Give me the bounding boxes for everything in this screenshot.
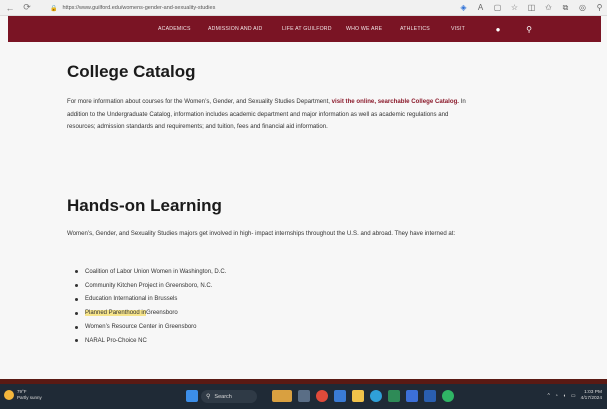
widgets-icon[interactable] [272,390,292,402]
clock-date: 4/17/2024 [580,396,602,401]
list-item: Planned Parenthood in Greensboro [75,306,226,320]
list-item-text: Education International in Brussels [85,296,178,303]
nav-admission-and-aid[interactable]: Admission and Aid [208,26,268,32]
mail-icon[interactable] [334,390,346,402]
nav-who-we-are[interactable]: Who We Are [346,26,386,32]
list-item-text: Women’s Resource Center in Greensboro [85,324,197,331]
nav-academics[interactable]: Academics [158,26,191,32]
internship-list: Coalition of Labor Union Women in Washin… [75,265,226,348]
back-icon[interactable]: ← [3,1,17,15]
search-label: Search [214,393,232,400]
address-bar[interactable]: 🔒 https://www.guilford.edu/womens-gender… [50,3,430,13]
copilot-icon[interactable]: ⚲ [594,2,605,13]
collections-icon[interactable]: ⧉ [560,2,571,13]
hands-on-learning-heading: Hands-on Learning [67,196,222,215]
edge-icon[interactable] [370,390,382,402]
list-item-text: Greensboro [146,310,178,317]
weather-widget[interactable]: 79°F Partly sunny [4,389,42,400]
lock-icon: 🔒 [50,5,58,12]
nav-athletics[interactable]: Athletics [400,26,430,32]
extension-icon[interactable]: ◈ [458,2,469,13]
wifi-icon[interactable]: ◔ [555,393,558,399]
clock[interactable]: 1:03 PM 4/17/2024 [581,390,602,402]
address-url: https://www.guilford.edu/womens-gender-a… [62,5,216,11]
reload-icon[interactable]: ⟳ [20,1,34,15]
browser-toolbar: ← ⟳ 🔒 https://www.guilford.edu/womens-ge… [0,0,607,16]
chat-icon[interactable]: ● [492,23,504,35]
volume-icon[interactable]: ◖ [563,393,566,399]
list-item: Community Kitchen Project in Greensboro,… [75,279,226,293]
site-navigation: Academics Admission and Aid Life at Guil… [8,16,601,42]
highlighted-text: Planned Parenthood in [85,310,147,317]
chevron-up-icon[interactable]: ^ [548,393,550,399]
weather-desc: Partly sunny [17,394,42,400]
nav-visit[interactable]: Visit [451,26,465,32]
file-explorer-icon[interactable] [352,390,364,402]
nav-life-at-guilford[interactable]: Life at Guilford [282,26,332,32]
battery-icon[interactable]: ▭ [571,393,576,399]
list-item-text: Coalition of Labor Union Women in Washin… [85,268,227,275]
teams-icon[interactable] [406,390,418,402]
college-catalog-paragraph: For more information about courses for t… [67,96,477,134]
list-item-text: NARAL Pro-Choice NC [85,337,147,344]
bullet-icon [75,339,78,343]
hands-on-intro: Women’s, Gender, and Sexuality Studies m… [67,230,456,237]
split-screen-icon[interactable]: ◫ [526,2,537,13]
chrome-icon[interactable] [316,390,328,402]
catalog-text-before: For more information about courses for t… [67,98,332,105]
bullet-icon [75,284,78,288]
start-icon[interactable] [186,390,198,402]
college-catalog-heading: College Catalog [67,62,196,81]
sun-icon [4,389,14,400]
store-icon[interactable] [388,390,400,402]
list-item: NARAL Pro-Choice NC [75,334,226,348]
page-content: College Catalog For more information abo… [8,42,601,379]
spotify-icon[interactable] [442,390,454,402]
list-item: Education International in Brussels [75,293,226,307]
browser-essentials-icon[interactable]: ◎ [577,2,588,13]
college-catalog-link[interactable]: visit the online, searchable College Cat… [332,98,459,105]
list-item-text: Community Kitchen Project in Greensboro,… [85,282,213,289]
bullet-icon [75,325,78,329]
tab-icon[interactable]: ▢ [492,2,503,13]
task-view-icon[interactable] [298,390,310,402]
favorite-icon[interactable]: ☆ [509,2,520,13]
bullet-icon [75,311,78,315]
search-icon[interactable]: ⚲ [523,23,535,35]
list-item: Women’s Resource Center in Greensboro [75,320,226,334]
favorites-icon[interactable]: ✩ [543,2,554,13]
taskbar: 79°F Partly sunny ⚲ Search ^ ◔ ◖ ▭ 1:03 … [0,384,607,409]
read-aloud-icon[interactable]: A [475,2,486,13]
taskbar-search[interactable]: ⚲ Search [201,390,257,403]
bullet-icon [75,297,78,301]
outlook-icon[interactable] [424,390,436,402]
list-item: Coalition of Labor Union Women in Washin… [75,265,226,279]
bullet-icon [75,270,78,274]
search-icon: ⚲ [206,394,211,400]
